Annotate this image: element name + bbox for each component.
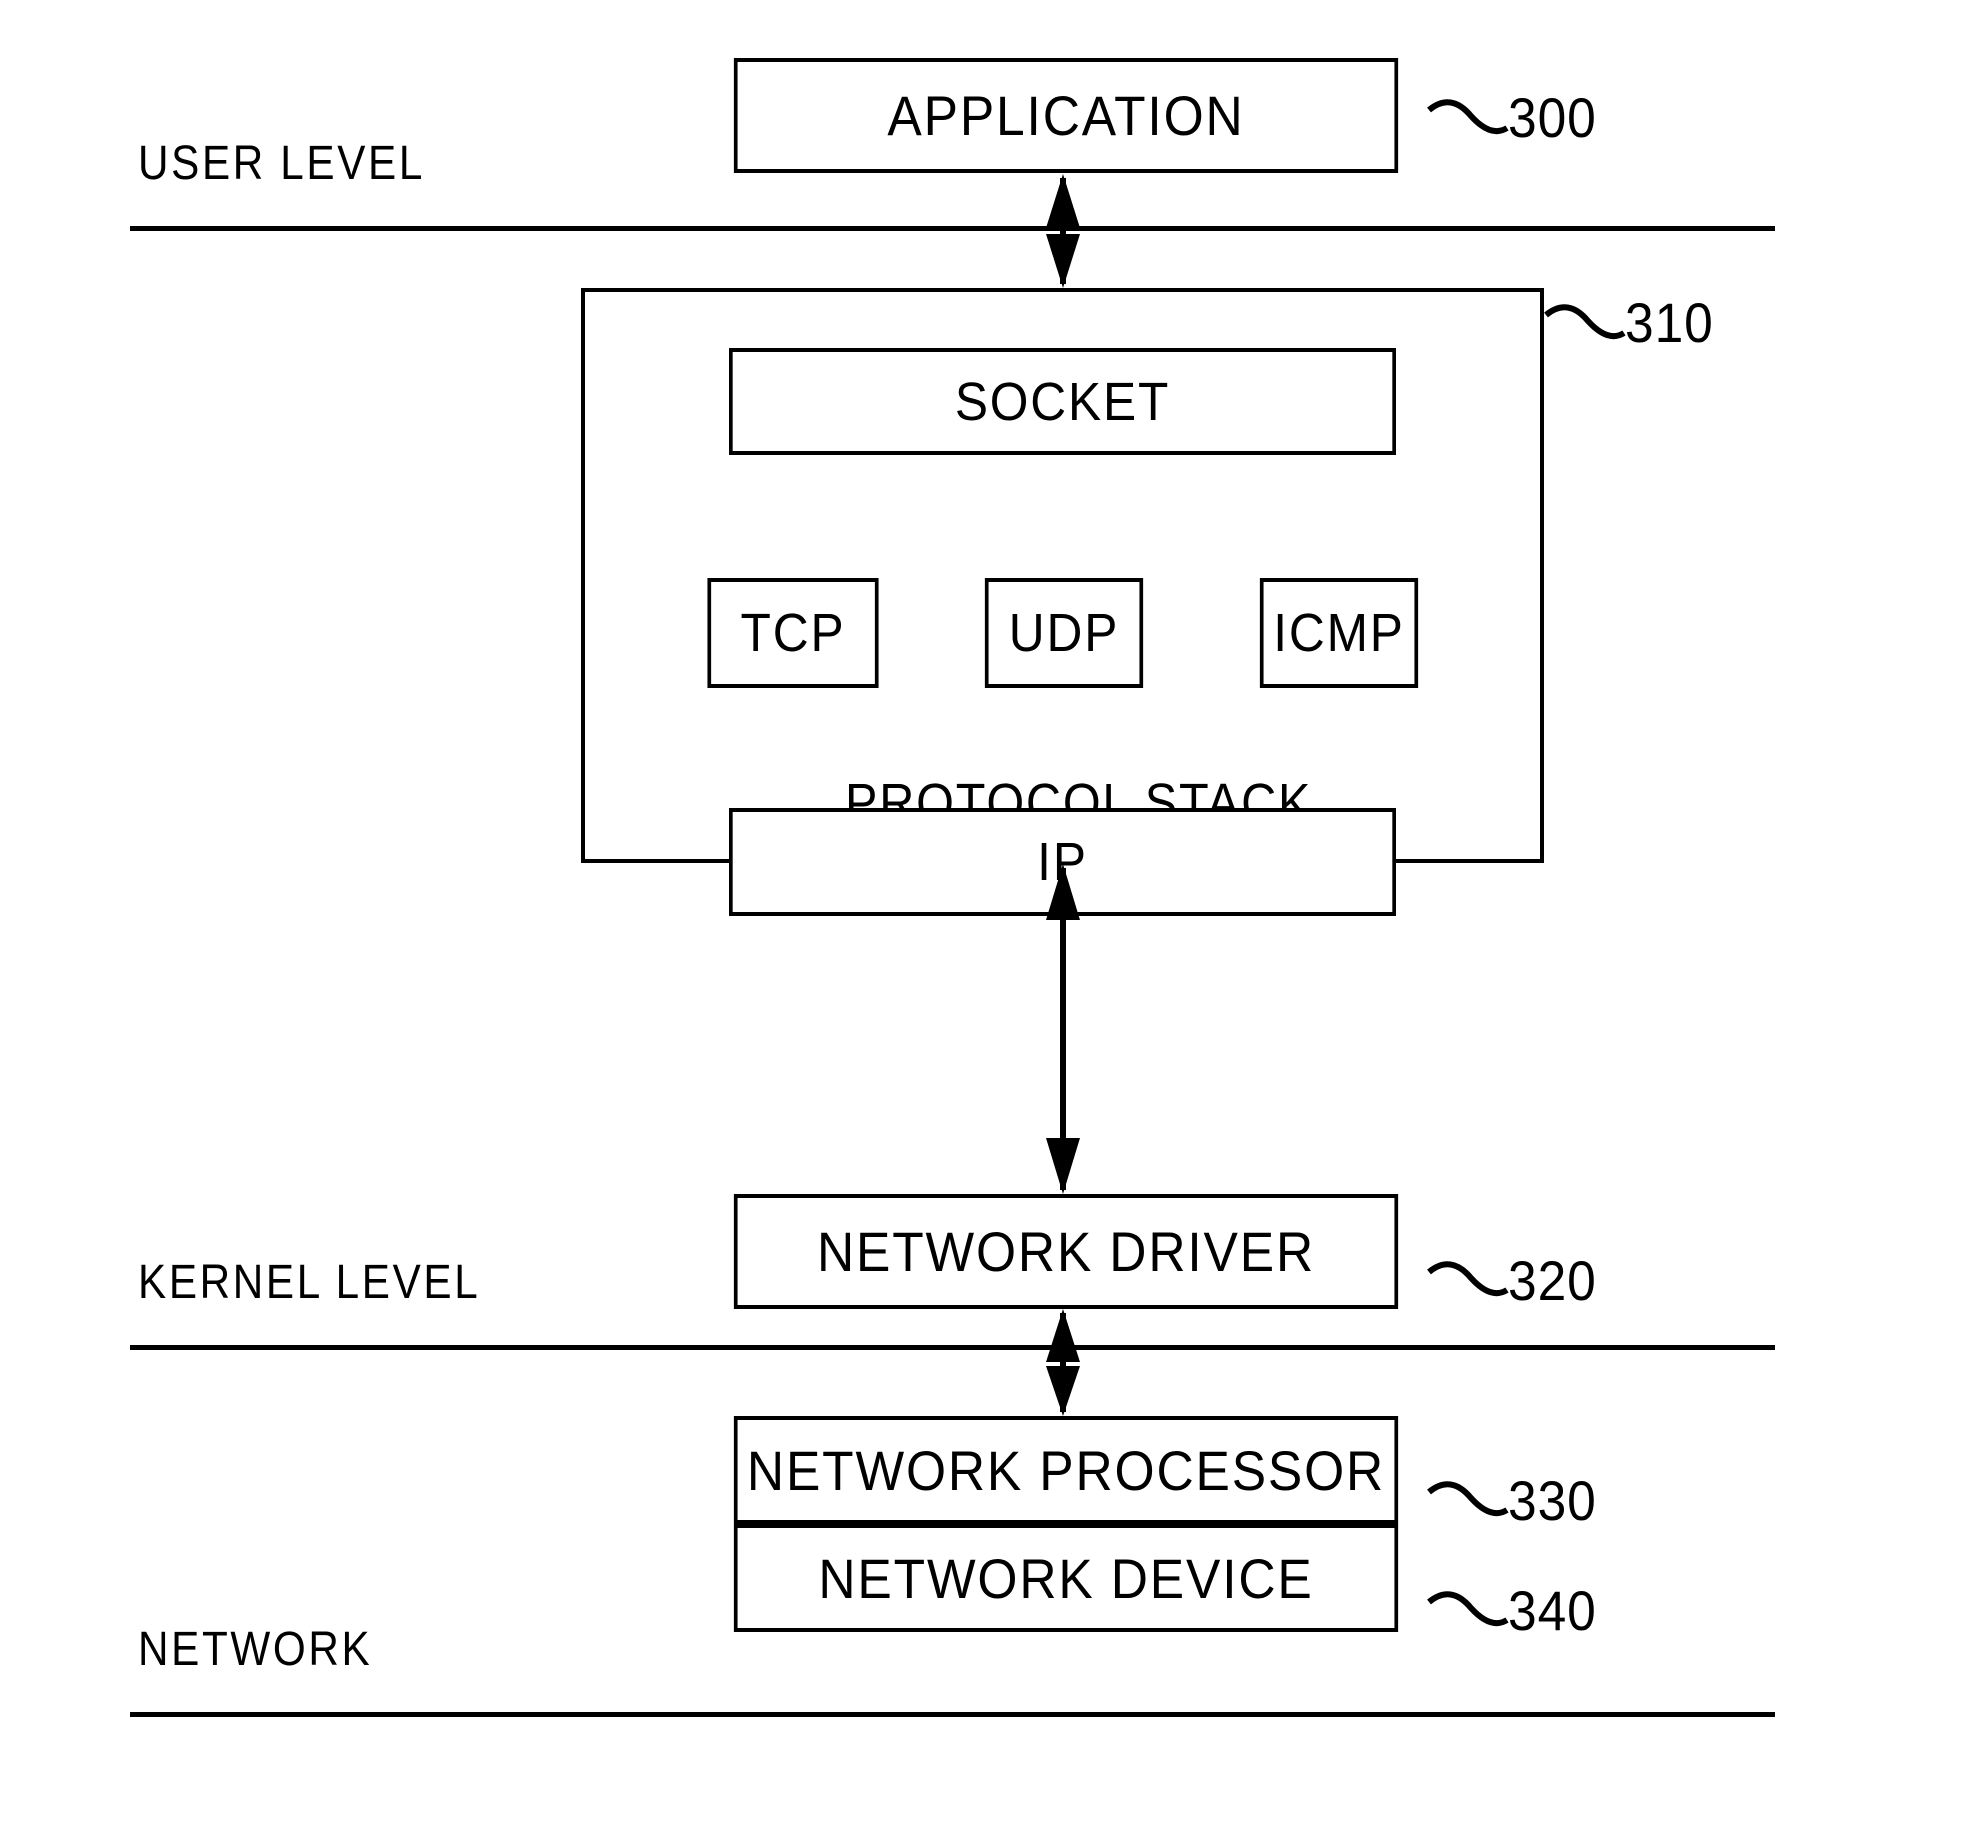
icmp-label: ICMP <box>1273 603 1405 663</box>
kernel-level-label: KERNEL LEVEL <box>138 1256 481 1309</box>
network-driver-to-network-processor-arrow <box>1046 1309 1080 1416</box>
application-ref-number: 300 <box>1508 86 1597 149</box>
network-driver-label: NETWORK DRIVER <box>816 1220 1316 1283</box>
leader-line-310 <box>1544 304 1626 339</box>
figure-canvas: USER LEVEL KERNEL LEVEL NETWORK APPLICAT… <box>0 0 1980 1835</box>
network-level-divider-line <box>130 1712 1775 1717</box>
user-level-label: USER LEVEL <box>138 137 426 190</box>
application-to-protocol-stack-arrow <box>1046 174 1080 288</box>
socket-block[interactable]: SOCKET <box>729 348 1396 455</box>
leader-line-340 <box>1427 1591 1509 1626</box>
user-level-divider-line <box>130 226 1775 231</box>
ip-label: IP <box>1037 832 1088 892</box>
application-label: APPLICATION <box>887 84 1245 147</box>
leader-line-320 <box>1427 1261 1509 1296</box>
icmp-block[interactable]: ICMP <box>1259 578 1419 688</box>
ip-block[interactable]: IP <box>729 808 1396 916</box>
network-device-label: NETWORK DEVICE <box>818 1546 1314 1610</box>
network-driver-ref-number: 320 <box>1508 1249 1597 1312</box>
network-driver-block[interactable]: NETWORK DRIVER <box>733 1194 1399 1309</box>
kernel-level-divider-line <box>130 1345 1775 1350</box>
tcp-label: TCP <box>740 603 846 663</box>
application-block[interactable]: APPLICATION <box>733 58 1399 173</box>
udp-label: UDP <box>1008 603 1120 663</box>
network-device-block[interactable]: NETWORK DEVICE <box>733 1524 1399 1632</box>
socket-label: SOCKET <box>954 371 1171 432</box>
network-device-ref-number: 340 <box>1508 1579 1597 1642</box>
network-processor-label: NETWORK PROCESSOR <box>746 1438 1386 1502</box>
protocol-stack-ref-number: 310 <box>1625 291 1714 354</box>
leader-line-300 <box>1427 99 1509 134</box>
leader-line-330 <box>1427 1481 1509 1516</box>
tcp-block[interactable]: TCP <box>707 578 879 688</box>
network-processor-ref-number: 330 <box>1508 1469 1597 1532</box>
udp-block[interactable]: UDP <box>984 578 1144 688</box>
network-level-label: NETWORK <box>138 1623 373 1676</box>
network-processor-block[interactable]: NETWORK PROCESSOR <box>733 1416 1399 1524</box>
